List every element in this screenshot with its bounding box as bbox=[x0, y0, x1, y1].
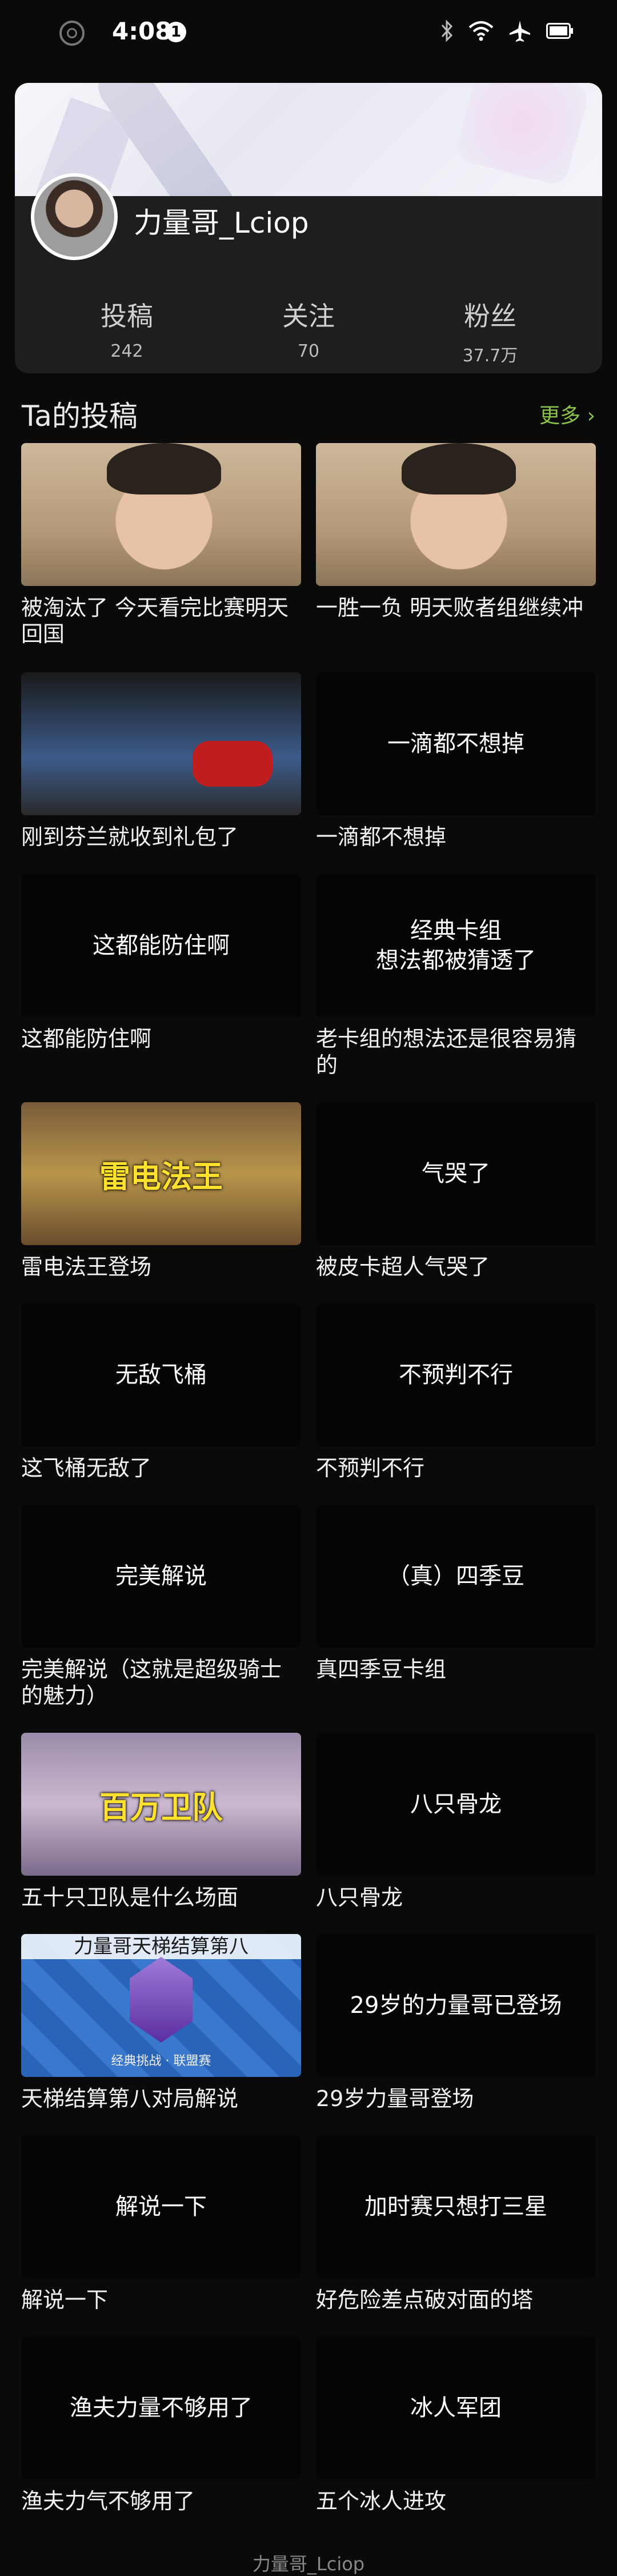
video-thumbnail: 29岁的力量哥已登场 bbox=[316, 1934, 596, 2077]
video-grid: 被淘汰了 今天看完比赛明天回国 一胜一负 明天败者组继续冲 刚到芬兰就收到礼包了… bbox=[0, 0, 617, 2572]
video-card[interactable]: 气哭了 被皮卡超人气哭了 bbox=[316, 1102, 596, 1281]
video-caption: 五个冰人进攻 bbox=[316, 2489, 447, 2514]
video-card[interactable]: 29岁的力量哥已登场 29岁力量哥登场 bbox=[316, 1934, 596, 2112]
video-caption: 被皮卡超人气哭了 bbox=[316, 1254, 490, 1279]
video-card[interactable]: 无敌飞桶 这飞桶无敌了 bbox=[21, 1303, 301, 1482]
video-card[interactable]: 加时赛只想打三星 好危险差点破对面的塔 bbox=[316, 2135, 596, 2314]
footer-label: 力量哥_Lciop bbox=[252, 2553, 365, 2575]
video-caption: 一滴都不想掉 bbox=[316, 824, 447, 850]
video-thumbnail: 完美解说 bbox=[21, 1505, 301, 1648]
league-crest-icon bbox=[130, 1957, 193, 2043]
video-card[interactable]: 不预判不行 不预判不行 bbox=[316, 1303, 596, 1482]
thumbnail-text: 这都能防住啊 bbox=[93, 932, 230, 959]
video-thumbnail: 渔夫力量不够用了 bbox=[21, 2336, 301, 2479]
thumbnail-text: 经典卡组 想法都被猜透了 bbox=[376, 918, 536, 974]
thumbnail-text: 气哭了 bbox=[422, 1161, 490, 1187]
thumbnail-text: 一滴都不想掉 bbox=[387, 731, 524, 757]
video-card[interactable]: 解说一下 解说一下 bbox=[21, 2135, 301, 2314]
thumbnail-text: 不预判不行 bbox=[399, 1362, 513, 1388]
video-caption: 29岁力量哥登场 bbox=[316, 2086, 474, 2111]
video-thumbnail: 冰人军团 bbox=[316, 2336, 596, 2479]
video-thumbnail: 百万卫队 bbox=[21, 1733, 301, 1876]
video-caption: 完美解说（这就是超级骑士的魅力） bbox=[21, 1657, 282, 1708]
video-caption: 渔夫力气不够用了 bbox=[21, 2489, 195, 2514]
video-caption: 这飞桶无敌了 bbox=[21, 1456, 152, 1481]
thumbnail-text: 完美解说 bbox=[115, 1563, 207, 1589]
video-caption: 五十只卫队是什么场面 bbox=[21, 1885, 239, 1910]
video-thumbnail bbox=[21, 443, 301, 586]
video-thumbnail: 八只骨龙 bbox=[316, 1733, 596, 1876]
video-caption: 被淘汰了 今天看完比赛明天回国 bbox=[21, 595, 289, 647]
video-thumbnail bbox=[21, 672, 301, 815]
video-card[interactable]: 一滴都不想掉 一滴都不想掉 bbox=[316, 672, 596, 851]
thumbnail-subtext: 经典挑战 · 联盟赛 bbox=[111, 2054, 211, 2068]
video-thumbnail: 这都能防住啊 bbox=[21, 874, 301, 1017]
thumbnail-text: 渔夫力量不够用了 bbox=[70, 2395, 253, 2421]
video-caption: 老卡组的想法还是很容易猜的 bbox=[316, 1026, 577, 1078]
video-thumbnail: 雷电法王 bbox=[21, 1102, 301, 1245]
video-card[interactable]: 百万卫队 五十只卫队是什么场面 bbox=[21, 1733, 301, 1911]
video-card[interactable]: 八只骨龙 八只骨龙 bbox=[316, 1733, 596, 1911]
video-thumbnail: 一滴都不想掉 bbox=[316, 672, 596, 815]
thumbnail-text: 冰人军团 bbox=[410, 2395, 502, 2421]
video-caption: 一胜一负 明天败者组继续冲 bbox=[316, 595, 584, 620]
thumbnail-text: 八只骨龙 bbox=[410, 1791, 502, 1817]
video-thumbnail: 气哭了 bbox=[316, 1102, 596, 1245]
video-card[interactable]: 刚到芬兰就收到礼包了 bbox=[21, 672, 301, 851]
thumbnail-text: 雷电法王 bbox=[99, 1158, 223, 1195]
video-thumbnail bbox=[316, 443, 596, 586]
video-caption: 不预判不行 bbox=[316, 1456, 425, 1481]
video-card[interactable]: 冰人军团 五个冰人进攻 bbox=[316, 2336, 596, 2515]
video-card[interactable]: 这都能防住啊 这都能防住啊 bbox=[21, 874, 301, 1052]
video-caption: 八只骨龙 bbox=[316, 1885, 403, 1910]
thumbnail-text: 29岁的力量哥已登场 bbox=[350, 1992, 562, 2019]
video-thumbnail: 不预判不行 bbox=[316, 1303, 596, 1446]
video-card[interactable]: 力量哥天梯结算第八 经典挑战 · 联盟赛 天梯结算第八对局解说 bbox=[21, 1934, 301, 2112]
video-thumbnail: 解说一下 bbox=[21, 2135, 301, 2278]
video-thumbnail: 经典卡组 想法都被猜透了 bbox=[316, 874, 596, 1017]
video-card[interactable]: 被淘汰了 今天看完比赛明天回国 bbox=[21, 443, 301, 647]
video-caption: 这都能防住啊 bbox=[21, 1026, 152, 1051]
video-card[interactable]: 经典卡组 想法都被猜透了 老卡组的想法还是很容易猜的 bbox=[316, 874, 596, 1078]
thumbnail-text: 无敌飞桶 bbox=[115, 1362, 207, 1388]
thumbnail-text: （真）四季豆 bbox=[387, 1563, 524, 1589]
video-thumbnail: 力量哥天梯结算第八 经典挑战 · 联盟赛 bbox=[21, 1934, 301, 2077]
thumbnail-text: 解说一下 bbox=[115, 2194, 207, 2220]
thumbnail-text: 百万卫队 bbox=[99, 1789, 223, 1825]
video-card[interactable]: 完美解说 完美解说（这就是超级骑士的魅力） bbox=[21, 1505, 301, 1709]
video-caption: 刚到芬兰就收到礼包了 bbox=[21, 824, 239, 850]
video-thumbnail: 加时赛只想打三星 bbox=[316, 2135, 596, 2278]
video-caption: 好危险差点破对面的塔 bbox=[316, 2287, 534, 2312]
video-caption: 真四季豆卡组 bbox=[316, 1657, 447, 1682]
video-card[interactable]: （真）四季豆 真四季豆卡组 bbox=[316, 1505, 596, 1683]
video-card[interactable]: 雷电法王 雷电法王登场 bbox=[21, 1102, 301, 1281]
video-caption: 解说一下 bbox=[21, 2287, 109, 2312]
video-caption: 雷电法王登场 bbox=[21, 1254, 152, 1279]
thumbnail-text: 加时赛只想打三星 bbox=[364, 2194, 547, 2220]
video-caption: 天梯结算第八对局解说 bbox=[21, 2086, 239, 2111]
thumbnail-text: 力量哥天梯结算第八 bbox=[21, 1934, 301, 1959]
video-thumbnail: 无敌飞桶 bbox=[21, 1303, 301, 1446]
video-thumbnail: （真）四季豆 bbox=[316, 1505, 596, 1648]
video-card[interactable]: 渔夫力量不够用了 渔夫力气不够用了 bbox=[21, 2336, 301, 2515]
video-card[interactable]: 一胜一负 明天败者组继续冲 bbox=[316, 443, 596, 621]
